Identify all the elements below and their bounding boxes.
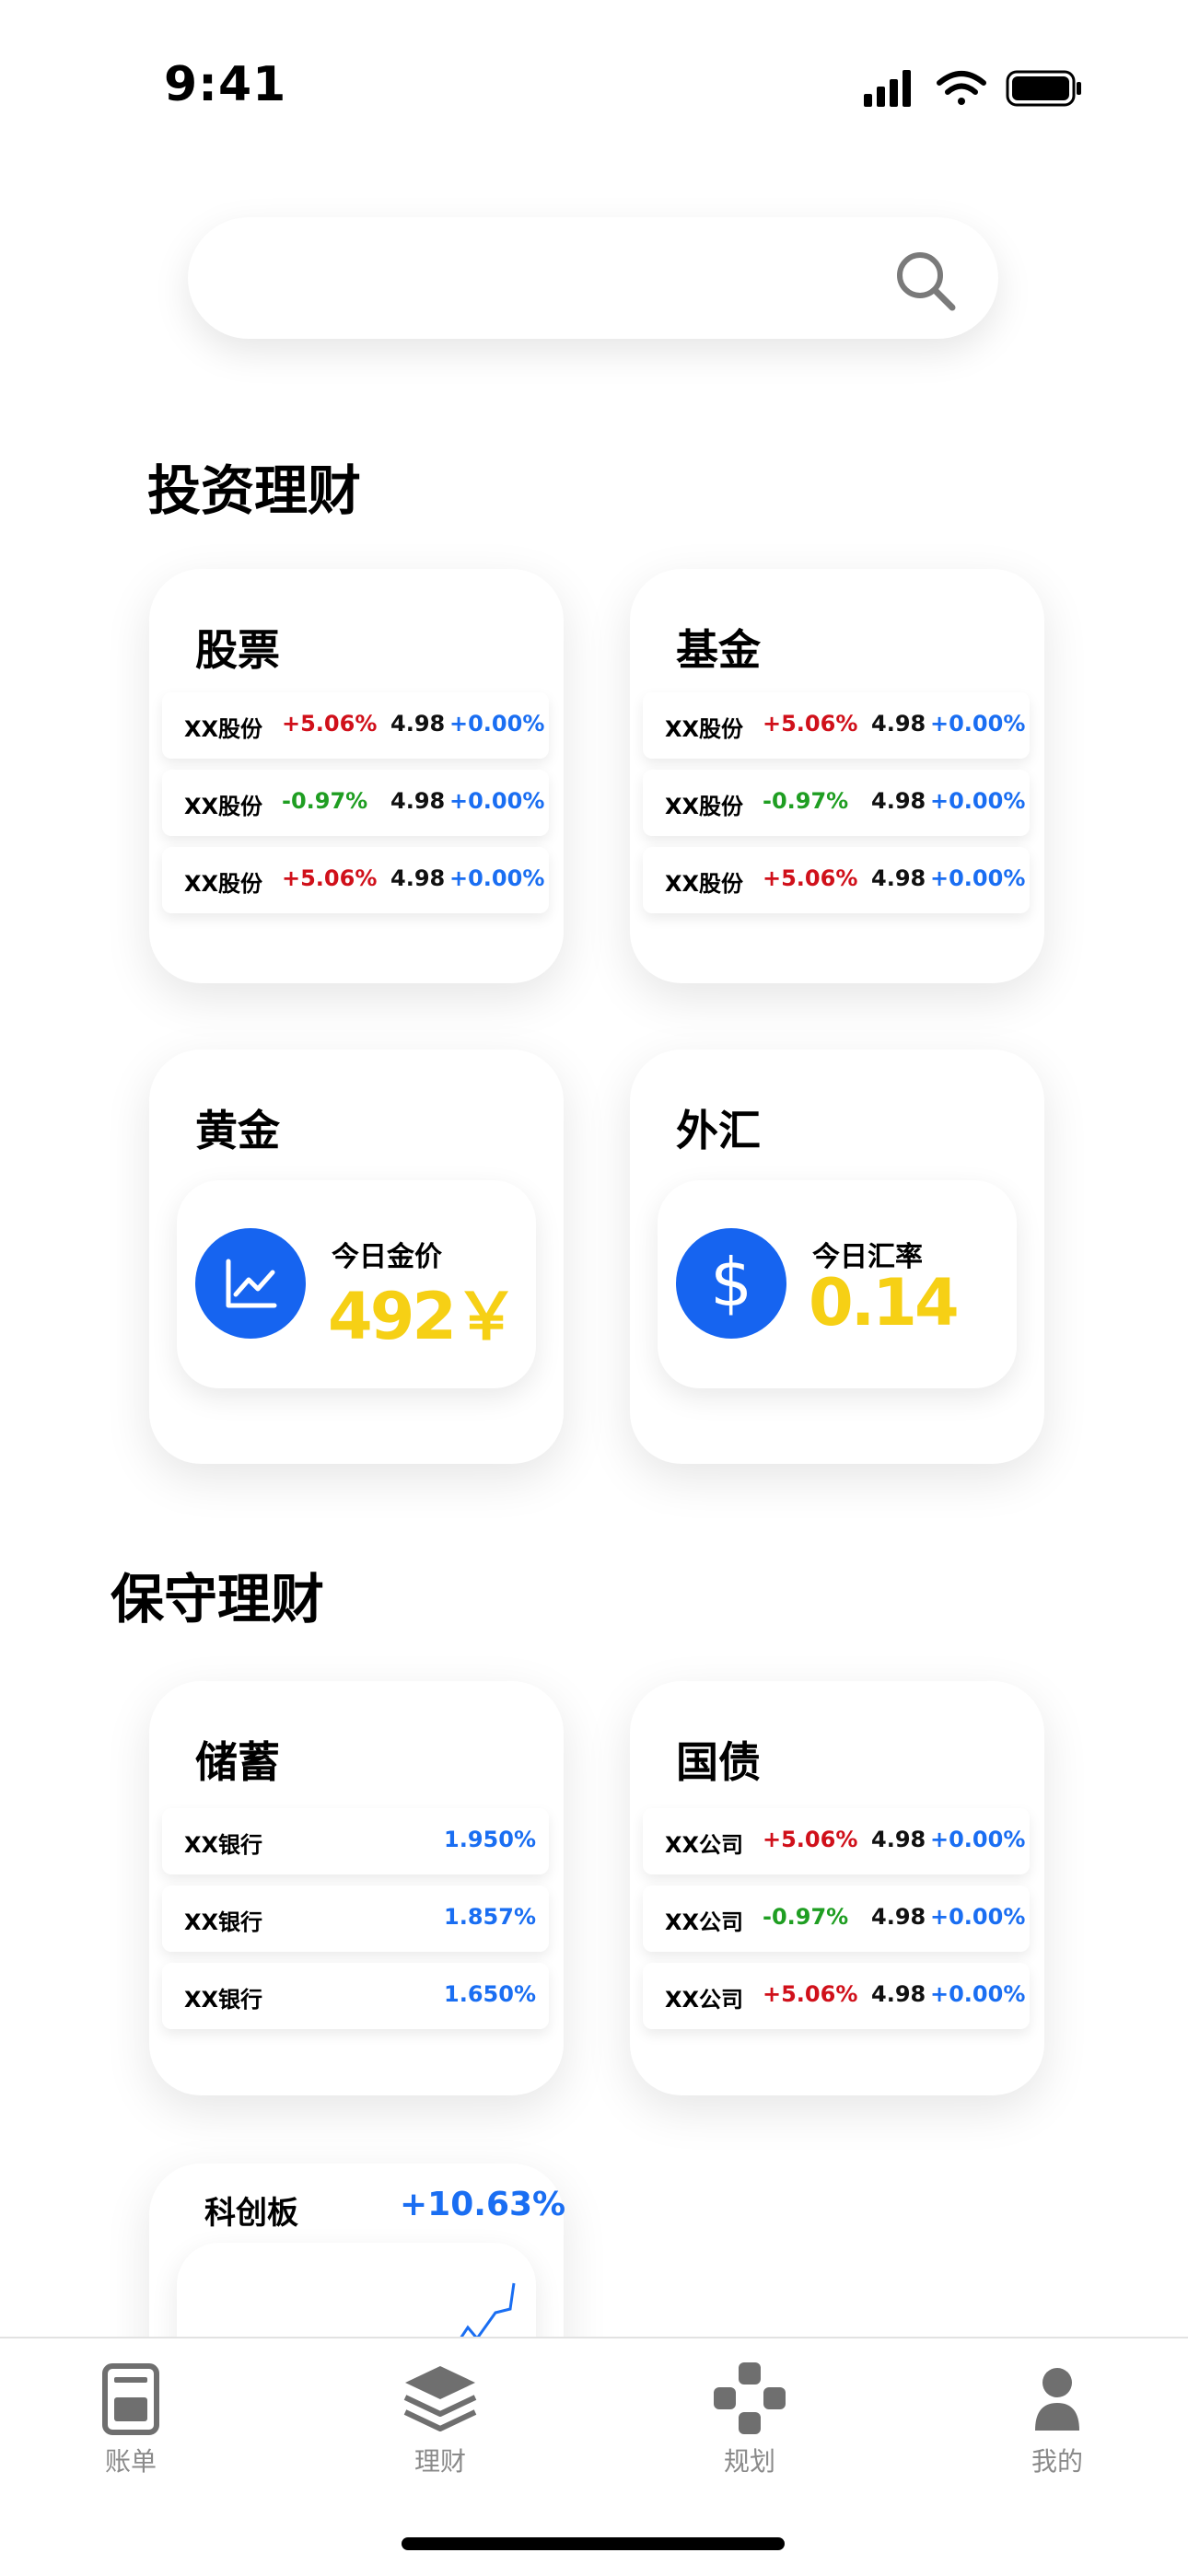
star-market-change: +10.63% [400,2186,566,2223]
fund-row[interactable]: XX股份 -0.97% 4.98 +0.00% [643,770,1030,836]
svg-text:$: $ [710,1244,752,1321]
wifi-icon [937,71,986,105]
funds-card[interactable]: 基金 XX股份 +5.06% 4.98 +0.00% XX股份 -0.97% 4… [630,569,1044,983]
fund-percent: +0.00% [930,711,1026,737]
fund-percent: +0.00% [930,788,1026,814]
home-indicator [402,2537,785,2550]
savings-title: 储蓄 [195,1737,280,1787]
bond-percent: +0.00% [930,1904,1026,1930]
bond-change: +5.06% [763,1981,858,2007]
forex-title: 外汇 [676,1106,761,1155]
star-market-title: 科创板 [204,2195,298,2232]
stock-percent: +0.00% [449,711,545,737]
savings-rate: 1.950% [444,1827,536,1852]
forex-rate-panel: $ 今日汇率 0.14 [658,1180,1017,1388]
user-icon [1035,2368,1079,2431]
fund-row[interactable]: XX股份 +5.06% 4.98 +0.00% [643,692,1030,759]
stock-price: 4.98 [390,711,446,737]
bank-name: XX银行 [184,1987,263,2013]
section-title-conservative: 保守理财 [111,1568,325,1630]
status-icons [864,70,1081,107]
bond-row[interactable]: XX公司 +5.06% 4.98 +0.00% [643,1963,1030,2029]
stock-row[interactable]: XX股份 -0.97% 4.98 +0.00% [162,770,549,836]
bond-name: XX公司 [665,1987,744,2013]
tab-profile[interactable]: 我的 [993,2361,1122,2478]
bond-row[interactable]: XX公司 +5.06% 4.98 +0.00% [643,1808,1030,1874]
stock-row[interactable]: XX股份 +5.06% 4.98 +0.00% [162,847,549,913]
gold-price-panel: 今日金价 492￥ [177,1180,536,1388]
stock-row[interactable]: XX股份 +5.06% 4.98 +0.00% [162,692,549,759]
stock-percent: +0.00% [449,788,545,814]
stock-name: XX股份 [184,716,263,742]
fund-name: XX股份 [665,716,744,742]
search-bar[interactable] [188,217,998,339]
bill-icon [102,2363,159,2435]
bond-name: XX公司 [665,1832,744,1858]
fund-price: 4.98 [871,788,926,814]
stock-percent: +0.00% [449,865,545,891]
fund-change: +5.06% [763,865,858,891]
battery-icon [1006,70,1081,107]
funds-title: 基金 [676,625,761,675]
stock-change: +5.06% [282,711,378,737]
forex-card[interactable]: 外汇 $ 今日汇率 0.14 [630,1050,1044,1464]
stock-price: 4.98 [390,865,446,891]
search-icon[interactable] [893,249,958,313]
fund-price: 4.98 [871,865,926,891]
fund-row[interactable]: XX股份 +5.06% 4.98 +0.00% [643,847,1030,913]
tab-bill-label: 账单 [104,2446,157,2477]
bond-change: +5.06% [763,1827,858,1852]
layers-icon [403,2366,477,2431]
fund-change: +5.06% [763,711,858,737]
savings-rate: 1.857% [444,1904,536,1930]
fund-name: XX股份 [665,794,744,819]
tab-plan[interactable]: 规划 [685,2361,814,2478]
gold-price-value: 492￥ [328,1279,518,1354]
stock-price: 4.98 [390,788,446,814]
tab-finance[interactable]: 理财 [376,2361,505,2478]
savings-row[interactable]: XX银行 1.950% [162,1808,549,1874]
gold-title: 黄金 [195,1106,280,1155]
tab-finance-label: 理财 [413,2446,466,2477]
bonds-card[interactable]: 国债 XX公司 +5.06% 4.98 +0.00% XX公司 -0.97% 4… [630,1681,1044,2095]
savings-rate: 1.650% [444,1981,536,2007]
savings-card[interactable]: 储蓄 XX银行 1.950% XX银行 1.857% XX银行 1.650% [149,1681,564,2095]
bond-percent: +0.00% [930,1981,1026,2007]
bond-change: -0.97% [763,1904,849,1930]
tab-bill[interactable]: 账单 [66,2361,195,2478]
stock-change: +5.06% [282,865,378,891]
savings-row[interactable]: XX银行 1.650% [162,1963,549,2029]
bond-name: XX公司 [665,1909,744,1935]
tab-profile-label: 我的 [1031,2446,1083,2477]
savings-row[interactable]: XX银行 1.857% [162,1886,549,1952]
status-time: 9:41 [164,57,287,112]
gold-card[interactable]: 黄金 今日金价 492￥ [149,1050,564,1464]
gamepad-icon [714,2362,786,2434]
bank-name: XX银行 [184,1909,263,1935]
bond-price: 4.98 [871,1981,926,2007]
stocks-title: 股票 [195,625,280,675]
section-title-investment: 投资理财 [147,459,362,522]
forex-rate-value: 0.14 [809,1265,960,1340]
bond-percent: +0.00% [930,1827,1026,1852]
bank-name: XX银行 [184,1832,263,1858]
bond-row[interactable]: XX公司 -0.97% 4.98 +0.00% [643,1886,1030,1952]
bond-price: 4.98 [871,1827,926,1852]
fund-percent: +0.00% [930,865,1026,891]
stock-change: -0.97% [282,788,368,814]
fund-price: 4.98 [871,711,926,737]
signal-icon [864,70,911,107]
fund-change: -0.97% [763,788,849,814]
bonds-title: 国债 [676,1737,761,1787]
dollar-icon: $ [676,1228,786,1339]
tab-plan-label: 规划 [723,2446,775,2477]
fund-name: XX股份 [665,871,744,897]
bond-price: 4.98 [871,1904,926,1930]
chart-icon [195,1228,306,1339]
stocks-card[interactable]: 股票 XX股份 +5.06% 4.98 +0.00% XX股份 -0.97% 4… [149,569,564,983]
stock-name: XX股份 [184,871,263,897]
stock-name: XX股份 [184,794,263,819]
